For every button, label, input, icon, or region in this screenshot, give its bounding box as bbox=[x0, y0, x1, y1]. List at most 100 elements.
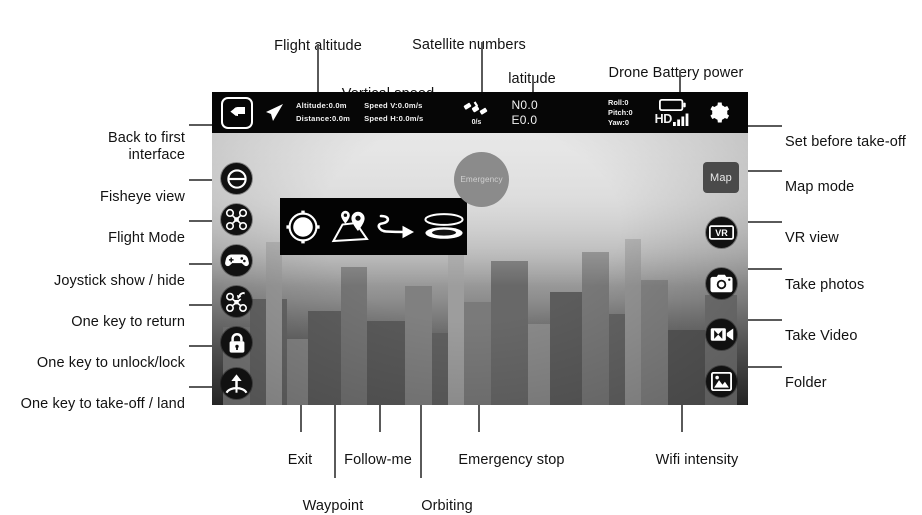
satellite-count-readout: 0/s bbox=[471, 118, 482, 126]
joystick-toggle-button[interactable] bbox=[221, 245, 252, 276]
callout-follow-me-text: Follow-me bbox=[344, 452, 412, 469]
callout-folder: Folder bbox=[785, 358, 922, 392]
callout-flight-mode: Flight Mode bbox=[18, 213, 185, 247]
callout-orbiting: Orbiting bbox=[403, 481, 491, 515]
callout-drone-battery-power-text: Drone Battery power bbox=[608, 65, 744, 82]
unlock-lock-button[interactable] bbox=[221, 327, 252, 358]
longitude-readout: E0.0 bbox=[511, 112, 538, 127]
map-mode-button[interactable]: Map bbox=[703, 162, 739, 193]
wifi-signal-group: HD bbox=[655, 112, 691, 126]
callout-one-key-to-unlock-lock-text: One key to unlock/lock bbox=[36, 355, 185, 372]
map-button-label: Map bbox=[710, 171, 732, 184]
callout-vr-view-text: VR view bbox=[785, 230, 839, 247]
waypoint-mode-button[interactable] bbox=[329, 206, 371, 248]
orbit-icon bbox=[424, 212, 464, 239]
callout-orbiting-text: Orbiting bbox=[421, 498, 473, 515]
latitude-readout: N0.0 bbox=[511, 97, 539, 112]
callout-follow-me: Follow-me bbox=[325, 435, 431, 469]
gamepad-icon bbox=[224, 254, 249, 267]
callout-waypoint: Waypoint bbox=[288, 481, 378, 515]
exit-mode-button[interactable] bbox=[282, 206, 324, 248]
callout-fisheye-view: Fisheye view bbox=[18, 172, 185, 206]
take-off-land-button[interactable] bbox=[221, 368, 252, 399]
gyro-group: Roll:0 Pitch:0 Yaw:0 bbox=[608, 98, 633, 128]
drone-app-screen: Altitude:0.0m Distance:0.0m Speed V:0.0m… bbox=[212, 92, 748, 405]
map-pins-icon bbox=[331, 210, 369, 242]
quadcopter-icon bbox=[225, 208, 248, 231]
return-home-button[interactable] bbox=[221, 286, 252, 317]
callout-fisheye-view-text: Fisheye view bbox=[99, 189, 185, 206]
callout-emergency-stop: Emergency stop bbox=[442, 435, 581, 469]
signal-bars-icon bbox=[672, 113, 689, 126]
hd-label: HD bbox=[654, 112, 673, 126]
fisheye-icon bbox=[226, 168, 247, 189]
back-arrow-icon bbox=[229, 107, 245, 116]
altitude-distance-group: Altitude:0.0m Distance:0.0m bbox=[296, 100, 350, 125]
callout-take-video: Take Video bbox=[785, 311, 922, 345]
callout-exit-text: Exit bbox=[287, 452, 313, 469]
callout-one-key-to-return-text: One key to return bbox=[71, 314, 185, 331]
callout-back-to-first-interface: Back to first interface bbox=[18, 113, 185, 164]
fisheye-view-button[interactable] bbox=[221, 163, 252, 194]
take-video-button[interactable] bbox=[706, 319, 737, 350]
callout-satellite-numbers-text: Satellite numbers bbox=[412, 37, 526, 54]
callout-take-photos: Take photos bbox=[785, 260, 922, 294]
gallery-icon bbox=[711, 372, 732, 391]
callout-map-mode-text: Map mode bbox=[785, 179, 855, 196]
callout-take-photos-text: Take photos bbox=[785, 277, 865, 294]
settings-button[interactable] bbox=[707, 101, 730, 124]
drone-heading-arrow-icon bbox=[266, 103, 283, 121]
callout-one-key-to-take-off-land: One key to take-off / land bbox=[0, 379, 185, 413]
emergency-label: Emergency bbox=[460, 175, 503, 184]
speed-group: Speed V:0.0m/s Speed H:0.0m/s bbox=[364, 100, 423, 125]
emergency-stop-button[interactable]: Emergency bbox=[454, 152, 509, 207]
callout-wifi-intensity: Wifi intensity bbox=[633, 435, 761, 469]
camera-icon bbox=[710, 274, 733, 293]
callout-satellite-numbers: Satellite numbers bbox=[394, 20, 544, 54]
callout-wifi-intensity-text: Wifi intensity bbox=[655, 452, 739, 469]
callout-waypoint-text: Waypoint bbox=[302, 498, 364, 515]
satellite-icon bbox=[464, 100, 488, 115]
follow-me-mode-button[interactable] bbox=[376, 206, 418, 248]
yaw-readout: Yaw:0 bbox=[608, 117, 629, 127]
callout-folder-text: Folder bbox=[785, 375, 827, 392]
callout-one-key-to-take-off-land-text: One key to take-off / land bbox=[20, 396, 185, 413]
back-button[interactable] bbox=[221, 96, 253, 129]
vr-icon: VR bbox=[709, 225, 734, 240]
horizontal-speed-readout: Speed H:0.0m/s bbox=[364, 113, 424, 123]
flight-mode-button[interactable] bbox=[221, 204, 252, 235]
vertical-speed-readout: Speed V:0.0m/s bbox=[364, 101, 423, 110]
leader-map-mode bbox=[744, 170, 782, 172]
take-photo-button[interactable] bbox=[706, 268, 737, 299]
pitch-readout: Pitch:0 bbox=[608, 107, 633, 117]
callout-back-to-first-interface-text: Back to first interface bbox=[107, 130, 185, 164]
return-home-icon bbox=[226, 292, 247, 312]
callout-one-key-to-unlock-lock: One key to unlock/lock bbox=[6, 338, 185, 372]
callout-emergency-stop-text: Emergency stop bbox=[458, 452, 565, 469]
flight-mode-toolbar bbox=[280, 198, 467, 255]
status-bar: Altitude:0.0m Distance:0.0m Speed V:0.0m… bbox=[212, 92, 748, 133]
battery-icon bbox=[659, 99, 686, 111]
roll-readout: Roll:0 bbox=[608, 97, 629, 107]
circle-exit-icon bbox=[286, 210, 320, 243]
battery-signal-group: HD bbox=[655, 99, 691, 126]
lock-icon bbox=[229, 332, 244, 353]
callout-vr-view: VR view bbox=[785, 213, 922, 247]
altitude-readout: Altitude:0.0m bbox=[296, 101, 347, 110]
callout-joystick-show-hide-text: Joystick show / hide bbox=[54, 273, 185, 290]
svg-text:VR: VR bbox=[715, 228, 728, 238]
zigzag-arrow-icon bbox=[377, 214, 414, 238]
satellite-status: 0/s bbox=[463, 100, 489, 126]
folder-button[interactable] bbox=[706, 366, 737, 397]
callout-one-key-to-return: One key to return bbox=[18, 297, 185, 331]
gps-coordinates-group: N0.0 E0.0 bbox=[511, 98, 538, 128]
callout-map-mode: Map mode bbox=[785, 162, 922, 196]
callout-joystick-show-hide: Joystick show / hide bbox=[8, 256, 185, 290]
gear-icon bbox=[710, 102, 730, 123]
orbiting-mode-button[interactable] bbox=[423, 206, 465, 248]
distance-readout: Distance:0.0m bbox=[296, 113, 351, 123]
vr-view-button[interactable]: VR bbox=[706, 217, 737, 248]
video-camera-icon bbox=[710, 328, 733, 341]
callout-set-before-take-off-text: Set before take-off bbox=[785, 134, 906, 151]
callout-set-before-take-off: Set before take-off bbox=[785, 117, 922, 151]
